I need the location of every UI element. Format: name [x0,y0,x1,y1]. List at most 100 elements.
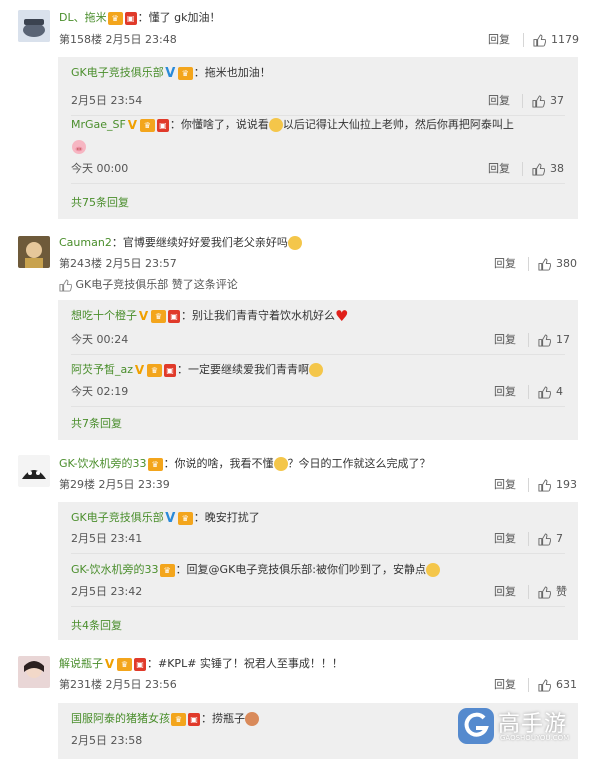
sub-reply-text: ：捞瓶子 [201,712,245,725]
reply-box: GK电子竞技俱乐部V ♛ ：晚安打扰了 2月5日 23:41 回复 7 GK-饮水机… [58,502,578,640]
like-label: 赞 [556,585,567,598]
reply-button[interactable]: 回复 [488,161,510,177]
comment-floor: 第231楼 [59,678,102,691]
reply-button[interactable]: 回复 [494,477,516,493]
avatar-image [18,10,50,42]
level-badge-icon: ♛ [117,657,132,671]
comment-text-continued: ？今日的工作就这么完成了？ [287,457,431,470]
sub-reply-divider [71,115,565,116]
more-replies-link[interactable]: 共4条回复 [71,618,122,634]
red-envelope-icon: ▣ [164,363,177,377]
like-button[interactable]: 631 [538,677,577,693]
like-button[interactable]: 7 [538,531,563,547]
thumbs-up-icon [533,33,546,47]
sub-reply-username[interactable]: GK-饮水机旁的33 [71,563,159,576]
sub-reply-divider [71,553,565,554]
thumbs-up-icon [532,94,545,108]
like-button[interactable]: 赞 [538,584,567,600]
level-badge-icon: ♛ [139,118,155,132]
sub-reply-username[interactable]: 国服阿泰的猪猪女孩 [71,712,170,725]
more-replies-link[interactable]: 共7条回复 [71,416,122,432]
level-badge-icon: ♛ [107,11,123,25]
comment-meta: 第158楼 2月5日 23:48 [59,32,177,48]
comment-username[interactable]: 解说瓶子 [59,657,103,670]
reply-button[interactable]: 回复 [494,332,516,348]
sub-reply-text: ：你懂啥了，说说看 [169,118,269,131]
divider [523,33,524,47]
sub-reply-username[interactable]: MrGae_SF [71,118,126,131]
comment-username[interactable]: DL、拖米 [59,11,107,24]
red-envelope-icon: ▣ [168,309,180,323]
like-count: 631 [556,678,577,691]
sub-reply-username[interactable]: 阿芡予皙_az [71,363,133,376]
level-badge-icon: ♛ [159,563,175,577]
sub-reply-header: GK-饮水机旁的33 ♛ ：回复@GK电子竞技俱乐部:被你们吵到了，安静点 [71,562,441,578]
heart-icon: ♥ [335,307,349,325]
comment-text: ：官博要继续好好爱我们老父亲好吗 [111,236,288,249]
sub-reply-username[interactable]: GK电子竞技俱乐部 [71,511,164,524]
red-envelope-icon: ▣ [124,11,137,25]
divider [528,678,529,692]
comment-header: GK-饮水机旁的33 ♛ ：你说的啥，我看不懂 ？今日的工作就这么完成了？ [59,456,431,472]
like-button[interactable]: 38 [532,161,564,177]
sub-reply-header: GK电子竞技俱乐部V ♛ ：拖米也加油！ [71,65,271,81]
emoji-relieved-icon [426,563,441,577]
comment-header: Cauman2：官博要继续好好爱我们老父亲好吗 [59,235,302,251]
divider [528,333,529,347]
like-button[interactable]: 193 [538,477,577,493]
avatar[interactable] [18,656,50,688]
site-logo-domain: GAOSHOUYOU.COM [500,734,570,742]
thumbs-up-icon [59,278,73,292]
like-count: 193 [556,478,577,491]
sub-reply-time: 今天 00:00 [71,162,129,175]
sub-reply-time: 2月5日 23:58 [71,734,143,747]
emoji-pig-icon [71,139,87,158]
like-button[interactable]: 37 [532,93,564,109]
emoji-relieved-icon [309,363,324,377]
more-replies-link[interactable]: 共75条回复 [71,195,129,211]
verified-icon: V [165,65,176,81]
sub-reply-username[interactable]: 想吃十个橙子 [71,309,137,322]
like-button[interactable]: 380 [538,256,577,272]
thumbs-up-icon [538,333,551,347]
red-envelope-icon: ▣ [156,118,169,132]
sub-reply-time: 2月5日 23:54 [71,94,143,107]
comment-floor: 第29楼 [59,478,95,491]
avatar[interactable] [18,10,50,42]
reply-button[interactable]: 回复 [494,384,516,400]
comment-header: 解说瓶子 V ♛ ▣ ：#KPL# 实锤了！祝君人至事成！！！ [59,656,343,672]
reply-button[interactable]: 回复 [494,584,516,600]
avatar[interactable] [18,236,50,268]
reply-button[interactable]: 回复 [494,531,516,547]
reply-button[interactable]: 回复 [488,93,510,109]
verified-icon: V [104,656,115,671]
comment-username[interactable]: Cauman2 [59,236,112,249]
sub-reply-username[interactable]: GK电子竞技俱乐部 [71,66,164,79]
sub-reply-divider [71,606,565,607]
like-button[interactable]: 1179 [533,32,579,48]
sub-reply-header: GK电子竞技俱乐部V ♛ ：晚安打扰了 [71,510,260,526]
emoji-bottle-icon [245,712,259,726]
sub-reply-divider [71,354,565,355]
verified-icon: V [134,362,145,377]
level-badge-icon: ♛ [151,309,166,323]
comment-username[interactable]: GK-饮水机旁的33 [59,457,147,470]
like-button[interactable]: 4 [538,384,563,400]
divider [528,257,529,271]
reply-button[interactable]: 回复 [494,677,516,693]
avatar[interactable] [18,455,50,487]
sub-reply-header: 国服阿泰的猪猪女孩 ♛ ▣ ：捞瓶子 [71,711,259,727]
reply-button[interactable]: 回复 [488,32,510,48]
reply-box: 想吃十个橙子 V ♛ ▣ ：别让我们青青守着饮水机好么♥ 今天 00:24 回复 17 … [58,300,578,440]
comment-time: 2月5日 23:56 [105,678,177,691]
sub-reply-header: 阿芡予皙_az V ♛ ▣ ：一定要继续爱我们青青啊 [71,362,324,378]
comment-meta: 第243楼 2月5日 23:57 [59,256,177,272]
divider [522,162,523,176]
like-button[interactable]: 17 [538,332,570,348]
like-count: 4 [556,385,563,398]
like-count: 37 [550,94,564,107]
verified-icon: V [165,510,176,526]
sub-reply-text: ：晚安打扰了 [193,511,260,524]
sub-reply-time: 2月5日 23:42 [71,585,143,598]
reply-button[interactable]: 回复 [494,256,516,272]
